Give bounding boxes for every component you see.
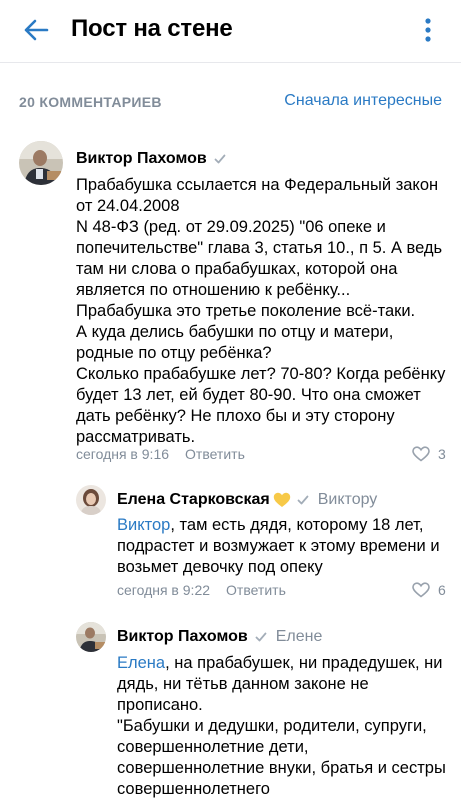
like-count: 3 (438, 446, 446, 462)
reply-to-name[interactable]: Елене (276, 628, 323, 646)
comment-time: сегодня в 9:16 (76, 446, 170, 462)
like-button[interactable]: 3 (412, 446, 446, 462)
comment-meta: сегодня в 9:16 Ответить (76, 446, 245, 462)
like-count: 6 (438, 582, 446, 598)
comment-text: Прабабушка ссылается на Федеральный зако… (76, 176, 446, 446)
mention-link[interactable]: Виктор (117, 516, 170, 534)
arrow-left-icon[interactable] (22, 16, 50, 44)
comment-body: , на прабабушек, ни прадедушек, ни дядь,… (117, 654, 446, 798)
top-bar: Пост на стене (0, 0, 461, 62)
header-divider (0, 62, 461, 63)
heart-outline-icon (412, 446, 430, 462)
avatar[interactable] (76, 485, 106, 515)
checkmark-icon (255, 632, 267, 642)
yellow-heart-icon (273, 492, 290, 507)
avatar[interactable] (76, 622, 106, 652)
comment-meta: сегодня в 9:22 Ответить (117, 582, 286, 598)
sort-order-link[interactable]: Сначала интересные (284, 92, 442, 110)
reply-to-name[interactable]: Виктору (318, 491, 378, 509)
reply-button[interactable]: Ответить (185, 446, 245, 462)
more-vertical-icon[interactable] (416, 16, 440, 44)
mention-link[interactable]: Елена (117, 654, 165, 672)
comments-bar: 20 КОММЕНТАРИЕВ Сначала интересные (0, 86, 461, 116)
like-button[interactable]: 6 (412, 582, 446, 598)
comment-author-line: Виктор Пахомов Елене (117, 628, 322, 646)
comment-author-line: Елена Старковская Виктору (117, 491, 377, 509)
page-title: Пост на стене (71, 15, 233, 42)
checkmark-icon (214, 154, 226, 164)
checkmark-icon (297, 495, 309, 505)
comment-author-line: Виктор Пахомов (76, 150, 226, 168)
author-name[interactable]: Виктор Пахомов (76, 150, 207, 168)
comment-time: сегодня в 9:22 (117, 582, 211, 598)
comment-text: Елена, на прабабушек, ни прадедушек, ни … (117, 653, 452, 800)
comment-text: Виктор, там есть дядя, которому 18 лет, … (117, 515, 452, 578)
comments-count: 20 КОММЕНТАРИЕВ (19, 94, 162, 110)
author-name[interactable]: Елена Старковская (117, 491, 270, 509)
reply-button[interactable]: Ответить (226, 582, 286, 598)
author-name[interactable]: Виктор Пахомов (117, 628, 248, 646)
heart-outline-icon (412, 582, 430, 598)
avatar[interactable] (19, 141, 63, 185)
